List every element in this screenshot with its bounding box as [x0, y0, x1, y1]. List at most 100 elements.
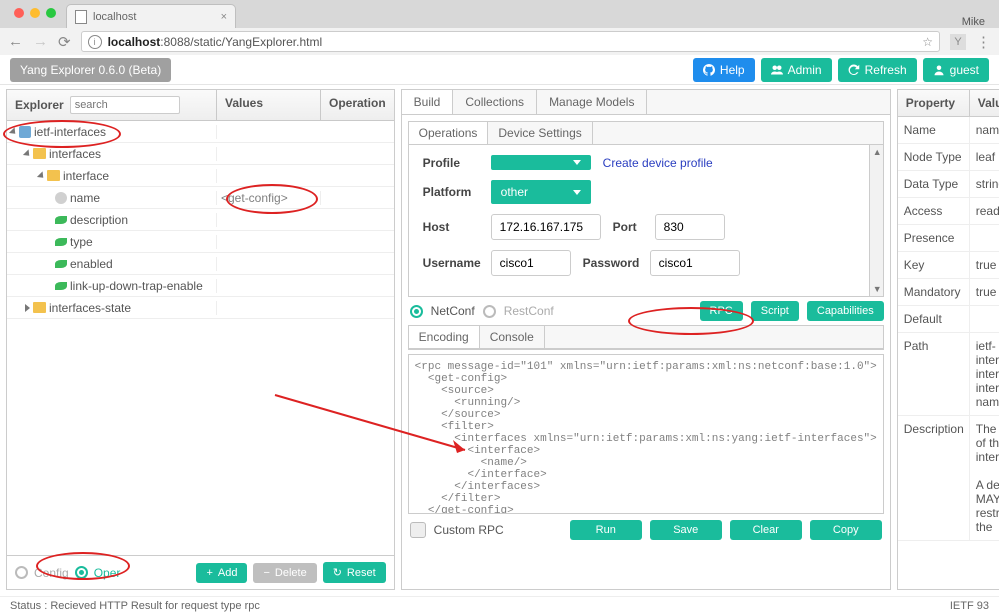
- browser-profile[interactable]: Mike: [962, 9, 999, 28]
- capabilities-button[interactable]: Capabilities: [807, 301, 884, 321]
- leaf-icon: [55, 260, 67, 268]
- create-profile-link[interactable]: Create device profile: [603, 156, 713, 170]
- url-host: localhost: [108, 35, 161, 49]
- run-button[interactable]: Run: [570, 520, 642, 540]
- plus-icon: +: [206, 567, 212, 579]
- scrollbar[interactable]: ▲▼: [869, 145, 883, 296]
- tab-collections[interactable]: Collections: [453, 90, 537, 114]
- caret-down-icon: [573, 160, 581, 165]
- oper-radio[interactable]: [75, 566, 88, 579]
- status-right: IETF 93: [950, 600, 989, 613]
- add-button[interactable]: +Add: [196, 563, 247, 583]
- restconf-radio[interactable]: [483, 305, 496, 318]
- property-row: DescriptionThe name of the interface. A …: [898, 416, 999, 541]
- browser-tab[interactable]: localhost ×: [66, 4, 236, 28]
- chevron-down-icon[interactable]: [23, 149, 32, 158]
- chevron-right-icon[interactable]: [25, 304, 30, 312]
- folder-icon: [47, 170, 60, 181]
- main-tabs: Build Collections Manage Models: [402, 90, 890, 115]
- help-button[interactable]: Help: [693, 58, 755, 82]
- tree-row: interfaces: [7, 143, 394, 165]
- module-icon: [19, 126, 31, 138]
- admin-button[interactable]: Admin: [761, 58, 832, 82]
- key-icon: [55, 192, 67, 204]
- bookmark-icon[interactable]: ☆: [922, 35, 933, 49]
- host-label: Host: [423, 220, 479, 234]
- refresh-button[interactable]: Refresh: [838, 58, 917, 82]
- url-path: :8088/static/YangExplorer.html: [160, 35, 322, 49]
- clear-button[interactable]: Clear: [730, 520, 802, 540]
- username-input[interactable]: [491, 250, 571, 276]
- folder-icon: [33, 302, 46, 313]
- tree-row: description: [7, 209, 394, 231]
- value-header: Value: [970, 90, 999, 116]
- tab-build[interactable]: Build: [401, 89, 454, 114]
- tree[interactable]: ietf-interfaces interfaces interface nam…: [7, 121, 394, 555]
- window-controls[interactable]: [8, 0, 66, 18]
- config-radio[interactable]: [15, 566, 28, 579]
- site-info-icon[interactable]: i: [88, 35, 102, 49]
- property-header: Property: [898, 90, 970, 116]
- delete-button[interactable]: −Delete: [253, 563, 316, 583]
- menu-icon[interactable]: ⋮: [976, 33, 991, 51]
- explorer-header: Explorer: [7, 90, 217, 120]
- property-panel: Property Value Namename Node Typeleaf Da…: [897, 89, 999, 590]
- password-label: Password: [583, 256, 638, 270]
- rpc-button[interactable]: RPC: [700, 301, 743, 321]
- user-icon: [933, 64, 945, 76]
- forward-icon: →: [33, 33, 48, 50]
- operation-header: Operation: [321, 90, 394, 120]
- host-input[interactable]: [491, 214, 601, 240]
- address-bar[interactable]: i localhost:8088/static/YangExplorer.htm…: [81, 31, 940, 52]
- profile-label: Profile: [423, 156, 479, 170]
- tab-console[interactable]: Console: [480, 326, 545, 348]
- users-icon: [771, 64, 783, 76]
- password-input[interactable]: [650, 250, 740, 276]
- extension-icon[interactable]: Y: [950, 34, 966, 50]
- status-bar: Status : Recieved HTTP Result for reques…: [0, 596, 999, 616]
- leaf-icon: [55, 238, 67, 246]
- brand-pill: Yang Explorer 0.6.0 (Beta): [10, 58, 171, 82]
- close-tab-icon[interactable]: ×: [221, 11, 227, 23]
- guest-button[interactable]: guest: [923, 58, 989, 82]
- reload-icon[interactable]: ⟳: [58, 33, 71, 51]
- search-input[interactable]: [70, 96, 180, 114]
- tree-row: type: [7, 231, 394, 253]
- close-window-icon[interactable]: [14, 8, 24, 18]
- platform-label: Platform: [423, 185, 479, 199]
- explorer-footer: Config Oper +Add −Delete ↻Reset: [7, 555, 394, 589]
- github-icon: [703, 64, 715, 76]
- app-topbar: Yang Explorer 0.6.0 (Beta) Help Admin Re…: [0, 55, 999, 85]
- tree-row: enabled: [7, 253, 394, 275]
- script-button[interactable]: Script: [751, 301, 799, 321]
- tab-manage-models[interactable]: Manage Models: [537, 90, 647, 114]
- copy-button[interactable]: Copy: [810, 520, 882, 540]
- tab-operations[interactable]: Operations: [409, 122, 489, 144]
- tab-encoding[interactable]: Encoding: [409, 326, 480, 348]
- maximize-window-icon[interactable]: [46, 8, 56, 18]
- refresh-icon: [848, 64, 860, 76]
- platform-select[interactable]: other: [491, 180, 591, 204]
- port-label: Port: [613, 220, 643, 234]
- tab-device-settings[interactable]: Device Settings: [488, 122, 592, 144]
- tree-row: interfaces-state: [7, 297, 394, 319]
- folder-icon: [33, 148, 46, 159]
- netconf-radio[interactable]: [410, 305, 423, 318]
- custom-rpc-label: Custom RPC: [434, 523, 504, 537]
- profile-select[interactable]: [491, 155, 591, 170]
- custom-rpc-checkbox[interactable]: [410, 522, 426, 538]
- property-row: Default: [898, 306, 999, 333]
- chevron-down-icon[interactable]: [9, 127, 18, 136]
- back-icon[interactable]: ←: [8, 33, 23, 50]
- reset-button[interactable]: ↻Reset: [323, 562, 386, 583]
- caret-down-icon: [573, 190, 581, 195]
- center-panel: Build Collections Manage Models Operatio…: [401, 89, 891, 590]
- reset-icon: ↻: [333, 566, 342, 579]
- tree-row: interface: [7, 165, 394, 187]
- minimize-window-icon[interactable]: [30, 8, 40, 18]
- property-row: Node Typeleaf: [898, 144, 999, 171]
- save-button[interactable]: Save: [650, 520, 722, 540]
- port-input[interactable]: [655, 214, 725, 240]
- chevron-down-icon[interactable]: [37, 171, 46, 180]
- rpc-body[interactable]: <rpc message-id="101" xmlns="urn:ietf:pa…: [408, 354, 884, 514]
